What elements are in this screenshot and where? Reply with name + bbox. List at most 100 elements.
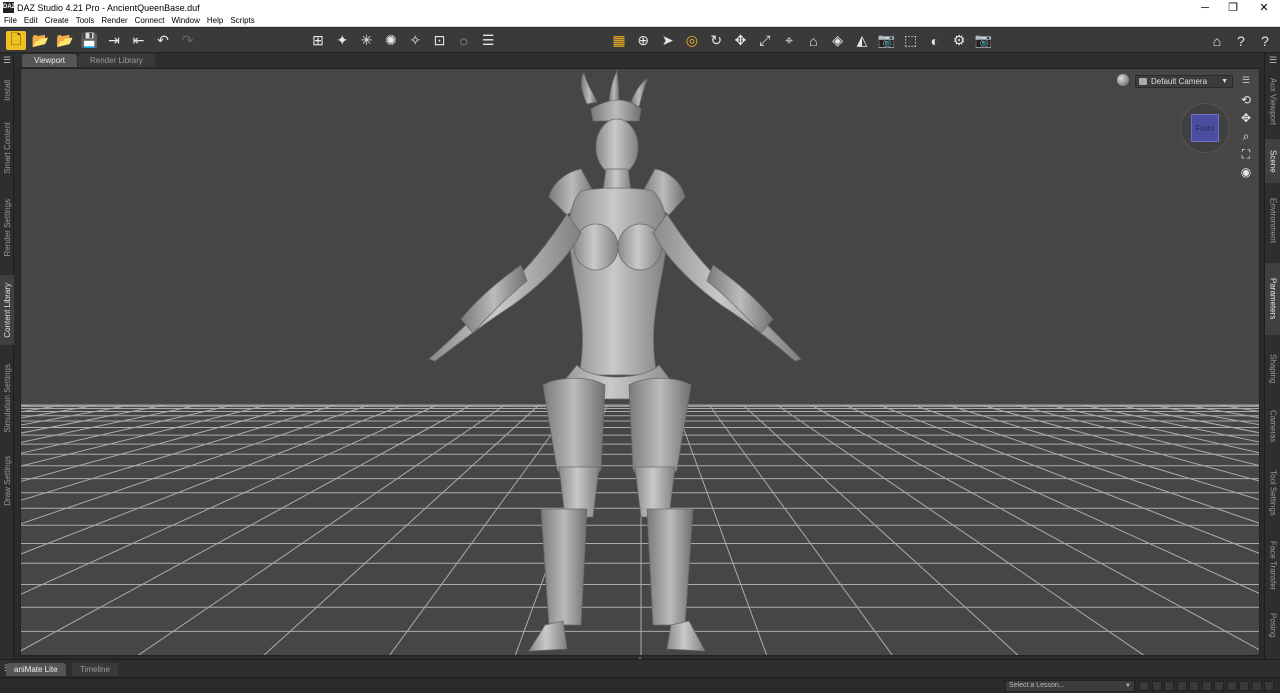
pan-camera-icon[interactable]: ✥	[1238, 110, 1254, 126]
orbit-camera-icon[interactable]: ⟲	[1238, 92, 1254, 108]
undo-icon[interactable]: ↶	[153, 31, 173, 50]
right-tab-face-transfer[interactable]: Face Transfer	[1265, 531, 1280, 601]
export-icon[interactable]: ⇤	[129, 31, 149, 50]
right-tab-shaping[interactable]: Shaping	[1265, 341, 1280, 397]
left-tab-install[interactable]: Install	[0, 69, 14, 111]
left-tab-draw-settings[interactable]: Draw Settings	[0, 449, 14, 513]
menu-connect[interactable]: Connect	[135, 16, 165, 25]
left-tab-simulation-settings[interactable]: Simulation Settings	[0, 355, 14, 441]
render-settings-icon[interactable]: ⚙	[949, 31, 969, 50]
menu-tools[interactable]: Tools	[76, 16, 95, 25]
rotate-icon[interactable]: ↻	[706, 31, 726, 50]
lesson-step-button[interactable]	[1164, 681, 1174, 691]
viewport-menu-icon[interactable]: ☰	[1242, 75, 1250, 86]
align-icon[interactable]: ☰	[478, 31, 498, 50]
import-icon[interactable]: ⇥	[104, 31, 124, 50]
merge-folder-icon[interactable]: 📂	[55, 31, 75, 50]
spotlight-icon[interactable]: ✦	[332, 31, 352, 50]
lesson-step-button[interactable]	[1239, 681, 1249, 691]
right-tab-parameters[interactable]: Parameters	[1265, 263, 1280, 335]
3d-viewport[interactable]	[20, 68, 1260, 656]
lesson-step-button[interactable]	[1176, 681, 1187, 691]
surface-selection-icon[interactable]: ◈	[828, 31, 848, 50]
app-logo-icon: DAZ	[3, 2, 15, 13]
point-light-icon[interactable]: ✺	[381, 31, 401, 50]
redo-icon[interactable]: ↷	[178, 31, 198, 50]
menu-file[interactable]: File	[4, 16, 17, 25]
create-primitive-icon[interactable]: ⊞	[308, 31, 328, 50]
main-toolbar: 🗋 📂 📂 💾 ⇥ ⇤ ↶ ↷ ⊞ ✦ ✳ ✺ ✧ ⊡ ◌ ☰ ▦ ⊕ ➤ ◎ ↻ ✥ ⤢ ⌖ ⌂ ◈ ◭ 📷 ⬚ ◐ ⚙ 📷 ⌂??	[0, 28, 1280, 53]
right-tab-cameras[interactable]: Cameras	[1265, 401, 1280, 451]
menu-create[interactable]: Create	[45, 16, 69, 25]
select-tool-icon[interactable]: ➤	[658, 31, 678, 50]
lesson-step-button[interactable]	[1214, 681, 1224, 691]
active-pose-icon[interactable]: ◎	[682, 31, 702, 50]
distant-light-icon[interactable]: ✳	[357, 31, 377, 50]
new-file-icon[interactable]: 🗋	[6, 31, 26, 50]
right-tab-label: Face Transfer	[1268, 541, 1278, 591]
aim-camera-icon[interactable]: ◉	[1238, 164, 1254, 180]
menu-window[interactable]: Window	[171, 16, 199, 25]
right-panel-menu-icon[interactable]: ☰	[1267, 55, 1279, 65]
tab-timeline[interactable]: Timeline	[72, 663, 118, 676]
open-folder-icon[interactable]: 📂	[31, 31, 51, 50]
lesson-step-button[interactable]	[1201, 681, 1212, 691]
zoom-camera-icon[interactable]: ⌕	[1238, 128, 1254, 144]
node-weight-icon[interactable]: ⌂	[803, 31, 823, 50]
tab-viewport[interactable]: Viewport	[22, 54, 77, 67]
lesson-step-button[interactable]	[1151, 681, 1162, 691]
tab-render-library[interactable]: Render Library	[78, 54, 155, 67]
lesson-step-button[interactable]	[1264, 681, 1274, 691]
geometry-editor-icon[interactable]: ◭	[852, 31, 872, 50]
left-tab-content-library[interactable]: Content Library	[0, 275, 14, 345]
right-panel-tabs: ☰ Aux Viewport Scene Environment Parameters…	[1264, 53, 1280, 659]
menu-render[interactable]: Render	[101, 16, 127, 25]
frame-camera-icon[interactable]: ⛶	[1238, 146, 1254, 162]
status-bar: Select a Lesson... ▼	[0, 677, 1280, 693]
draw-style-sphere-icon[interactable]	[1117, 74, 1129, 86]
menu-edit[interactable]: Edit	[24, 16, 38, 25]
lesson-step-button[interactable]	[1251, 681, 1262, 691]
joint-editor-icon[interactable]: ⌖	[779, 31, 799, 50]
left-tab-smart-content[interactable]: Smart Content	[0, 115, 14, 181]
menu-scripts[interactable]: Scripts	[230, 16, 254, 25]
light-tool-icon[interactable]: ◐	[925, 31, 945, 50]
left-tab-render-settings[interactable]: Render Settings	[0, 193, 14, 263]
whats-this-icon[interactable]: ?	[1231, 31, 1251, 50]
menu-help[interactable]: Help	[207, 16, 223, 25]
help-icon[interactable]: ?	[1255, 31, 1275, 50]
close-button[interactable]: ✕	[1248, 0, 1280, 15]
view-cube[interactable]: Front	[1180, 103, 1230, 153]
right-tab-aux-viewport[interactable]: Aux Viewport	[1265, 69, 1280, 133]
view-cube-face[interactable]: Front	[1191, 114, 1219, 142]
render-icon[interactable]: 📷	[974, 31, 994, 50]
scale-icon[interactable]: ⤢	[755, 31, 775, 50]
region-nav-icon[interactable]: ⬚	[901, 31, 921, 50]
spot-render-icon[interactable]: 📷	[876, 31, 896, 50]
lesson-step-button[interactable]	[1226, 681, 1237, 691]
title-bar: DAZ DAZ Studio 4.21 Pro - AncientQueenBa…	[0, 0, 1280, 15]
camera-create-icon[interactable]: ⊡	[430, 31, 450, 50]
figure-model[interactable]	[21, 69, 1260, 656]
lesson-step-button[interactable]	[1139, 681, 1149, 691]
translate-icon[interactable]: ✥	[731, 31, 751, 50]
null-node-icon[interactable]: ◌	[454, 31, 474, 50]
restore-button[interactable]: ❐	[1217, 0, 1249, 15]
left-panel-menu-icon[interactable]: ☰	[1, 55, 13, 65]
right-tab-posing[interactable]: Posing	[1265, 605, 1280, 645]
right-tab-scene[interactable]: Scene	[1265, 139, 1280, 183]
right-tab-environment[interactable]: Environment	[1265, 187, 1280, 253]
universal-tool-icon[interactable]: ⊕	[633, 31, 653, 50]
right-tab-tool-settings[interactable]: Tool Settings	[1265, 461, 1280, 525]
lesson-step-button[interactable]	[1189, 681, 1199, 691]
window-title: DAZ Studio 4.21 Pro - AncientQueenBase.d…	[17, 2, 200, 13]
light-wand-icon[interactable]: ✧	[405, 31, 425, 50]
lesson-selector[interactable]: Select a Lesson... ▼	[1005, 680, 1135, 692]
tab-animate-lite[interactable]: aniMate Lite	[6, 663, 66, 676]
home-icon[interactable]: ⌂	[1207, 31, 1227, 50]
save-icon[interactable]: 💾	[80, 31, 100, 50]
menu-bar: File Edit Create Tools Render Connect Window He…	[0, 15, 1280, 27]
scene-grid-icon[interactable]: ▦	[609, 31, 629, 50]
left-tab-label: Render Settings	[2, 199, 12, 257]
camera-selector[interactable]: Default Camera ▼	[1135, 75, 1233, 88]
